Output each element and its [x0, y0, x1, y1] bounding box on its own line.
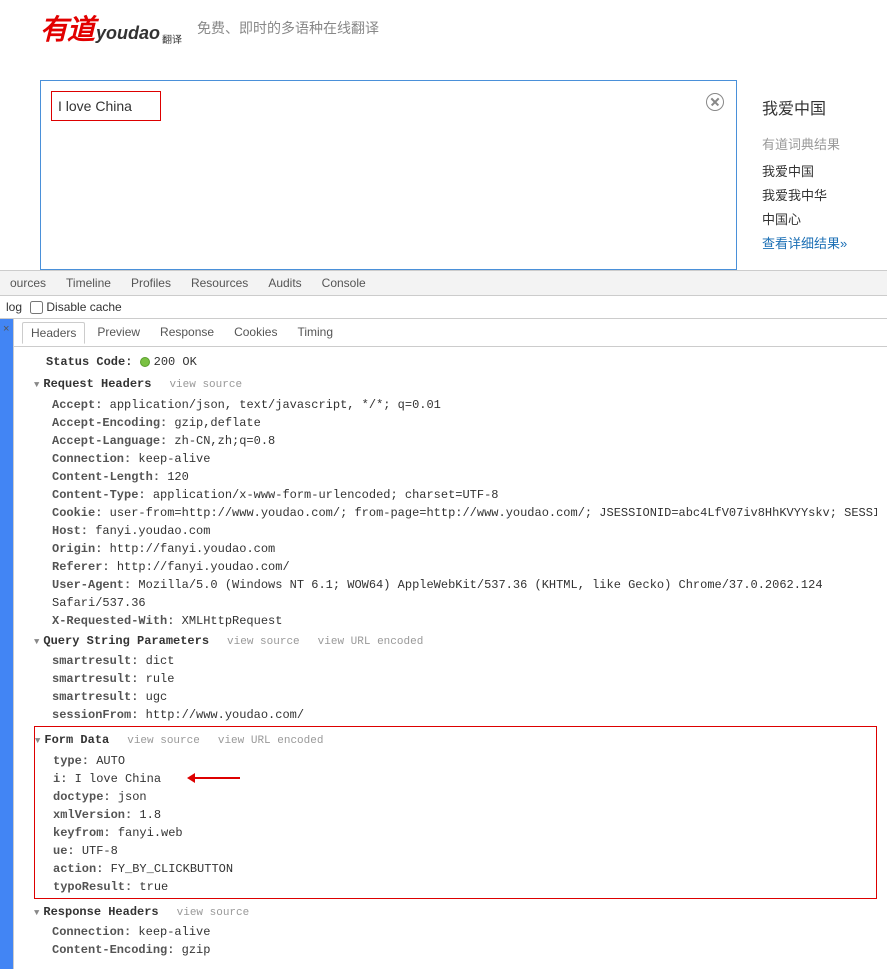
form-row: ue: UTF-8	[35, 842, 876, 860]
form-row: keyfrom: fanyi.web	[35, 824, 876, 842]
translate-input-panel[interactable]: I love China	[40, 80, 737, 270]
form-data-section[interactable]: Form Data view source view URL encoded	[35, 729, 876, 752]
form-row: doctype: json	[35, 788, 876, 806]
page-header: 有道 youdao 翻译 免费、即时的多语种在线翻译	[0, 0, 887, 60]
header-row: Host: fanyi.youdao.com	[34, 522, 877, 540]
close-icon[interactable]: ×	[3, 323, 9, 335]
subtab-cookies[interactable]: Cookies	[226, 322, 285, 343]
header-row: Origin: http://fanyi.youdao.com	[34, 540, 877, 558]
devtools-sub-tabs: Headers Preview Response Cookies Timing	[14, 319, 887, 347]
header-row: Content-Encoding: gzip	[34, 941, 877, 959]
section-title: Response Headers	[43, 905, 158, 919]
preserve-log-label: log	[6, 300, 22, 314]
header-row: Accept-Language: zh-CN,zh;q=0.8	[34, 432, 877, 450]
logo-en-text: youdao	[96, 23, 160, 44]
section-title: Request Headers	[43, 377, 151, 391]
header-row: Connection: keep-alive	[34, 450, 877, 468]
header-row: Connection: keep-alive	[34, 923, 877, 941]
tab-resources[interactable]: Resources	[181, 271, 258, 295]
logo[interactable]: 有道 youdao 翻译	[40, 8, 182, 48]
detail-results-link[interactable]: 查看详细结果»	[762, 233, 882, 252]
header-row: Accept-Encoding: gzip,deflate	[34, 414, 877, 432]
devtools-sidebar: ×	[0, 319, 14, 969]
disable-cache-control[interactable]: Disable cache	[30, 300, 122, 314]
logo-cn-text: 有道	[40, 8, 94, 48]
form-data-highlight-box: Form Data view source view URL encoded typ…	[34, 726, 877, 899]
view-url-encoded-link[interactable]: view URL encoded	[218, 735, 324, 747]
tagline: 免费、即时的多语种在线翻译	[197, 18, 379, 38]
disable-cache-checkbox[interactable]	[30, 301, 43, 314]
param-row: sessionFrom: http://www.youdao.com/	[34, 706, 877, 724]
devtools-content: Headers Preview Response Cookies Timing …	[14, 319, 887, 969]
status-code-label: Status Code:	[46, 355, 132, 369]
header-row: User-Agent: Mozilla/5.0 (Windows NT 6.1;…	[34, 576, 877, 612]
param-row: smartresult: rule	[34, 670, 877, 688]
dict-result-item: 我爱我中华	[762, 185, 882, 204]
translate-input-text[interactable]: I love China	[51, 91, 161, 121]
tab-console[interactable]: Console	[312, 271, 376, 295]
section-title: Query String Parameters	[43, 634, 209, 648]
dict-result-item: 我爱中国	[762, 161, 882, 180]
param-row: smartresult: ugc	[34, 688, 877, 706]
disable-cache-label: Disable cache	[46, 300, 121, 314]
view-source-link[interactable]: view source	[227, 636, 300, 648]
devtools-main-tabs: ources Timeline Profiles Resources Audit…	[0, 271, 887, 296]
subtab-response[interactable]: Response	[152, 322, 222, 343]
raquo-icon: »	[840, 236, 847, 251]
section-title: Form Data	[44, 733, 109, 747]
headers-view: Status Code: 200 OK Request Headers view …	[14, 347, 887, 969]
devtools-toolbar: log Disable cache	[0, 296, 887, 319]
form-row: xmlVersion: 1.8	[35, 806, 876, 824]
form-row-highlighted: i: I love China	[35, 770, 876, 788]
subtab-preview[interactable]: Preview	[89, 322, 148, 343]
devtools-body: × Headers Preview Response Cookies Timin…	[0, 319, 887, 969]
result-title: 我爱中国	[762, 95, 882, 119]
status-code-value: 200 OK	[154, 355, 197, 369]
header-row: Cookie: user-from=http://www.youdao.com/…	[34, 504, 877, 522]
detail-link-text: 查看详细结果	[762, 236, 840, 251]
subtab-timing[interactable]: Timing	[289, 322, 341, 343]
translate-result-panel: 我爱中国 有道词典结果 我爱中国 我爱我中华 中国心 查看详细结果»	[757, 80, 887, 270]
view-source-link[interactable]: view source	[177, 907, 250, 919]
tab-timeline[interactable]: Timeline	[56, 271, 121, 295]
view-source-link[interactable]: view source	[127, 735, 200, 747]
header-row: X-Requested-With: XMLHttpRequest	[34, 612, 877, 630]
translate-area: I love China 我爱中国 有道词典结果 我爱中国 我爱我中华 中国心 …	[0, 60, 887, 270]
logo-sub-text: 翻译	[162, 31, 182, 46]
dict-label: 有道词典结果	[762, 134, 882, 153]
param-row: smartresult: dict	[34, 652, 877, 670]
header-row: Content-Type: application/x-www-form-url…	[34, 486, 877, 504]
tab-audits[interactable]: Audits	[258, 271, 311, 295]
tab-sources[interactable]: ources	[0, 271, 56, 295]
clear-icon[interactable]	[706, 93, 724, 111]
subtab-headers[interactable]: Headers	[22, 322, 85, 344]
form-row: action: FY_BY_CLICKBUTTON	[35, 860, 876, 878]
devtools-panel: ources Timeline Profiles Resources Audit…	[0, 270, 887, 969]
header-row: Referer: http://fanyi.youdao.com/	[34, 558, 877, 576]
status-dot-icon	[140, 357, 150, 367]
form-row: type: AUTO	[35, 752, 876, 770]
response-headers-section[interactable]: Response Headers view source	[34, 901, 877, 924]
query-string-section[interactable]: Query String Parameters view source view U…	[34, 630, 877, 653]
view-source-link[interactable]: view source	[169, 379, 242, 391]
tab-profiles[interactable]: Profiles	[121, 271, 181, 295]
status-code-row: Status Code: 200 OK	[34, 353, 877, 371]
form-row: typoResult: true	[35, 878, 876, 896]
header-row: Content-Length: 120	[34, 468, 877, 486]
header-row: Accept: application/json, text/javascrip…	[34, 396, 877, 414]
view-url-encoded-link[interactable]: view URL encoded	[318, 636, 424, 648]
request-headers-section[interactable]: Request Headers view source	[34, 373, 877, 396]
dict-result-item: 中国心	[762, 209, 882, 228]
